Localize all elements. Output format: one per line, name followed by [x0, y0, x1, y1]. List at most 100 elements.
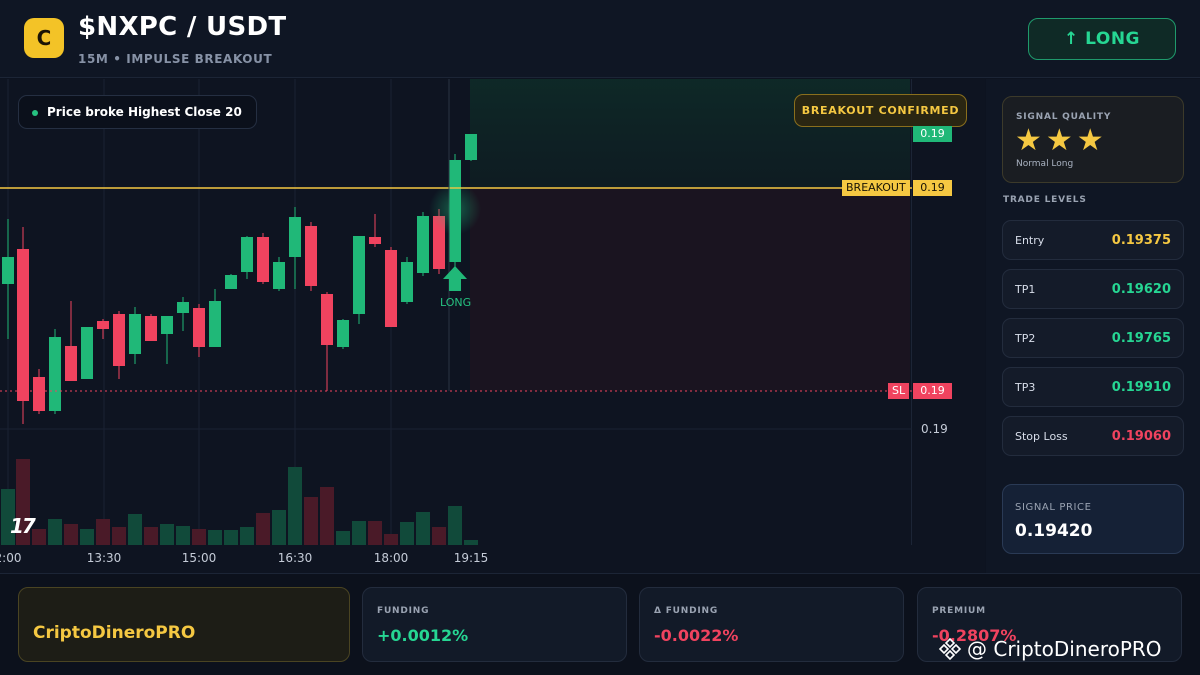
level-value: 0.19910: [1111, 380, 1171, 395]
time-tick: 19:15: [453, 551, 489, 565]
signal-quality-card: SIGNAL QUALITY ★★★ Normal Long: [1002, 96, 1184, 183]
time-tick: 15:00: [181, 551, 217, 565]
volume-bar: [160, 524, 174, 545]
long-arrow-icon: [443, 266, 467, 291]
candle-body: [113, 314, 125, 366]
current-price-tag: 0.19: [913, 126, 952, 142]
level-tp2: TP2 0.19765: [1002, 318, 1184, 358]
header: C $NXPC / USDT 15M • IMPULSE BREAKOUT ↑ …: [0, 0, 1200, 78]
long-direction-button[interactable]: ↑ LONG: [1028, 18, 1176, 60]
candle-body: [209, 301, 221, 347]
level-label: Entry: [1015, 234, 1045, 247]
volume-bar: [240, 527, 254, 545]
stat-label: FUNDING: [377, 606, 430, 616]
candle-body: [65, 346, 77, 381]
level-value: 0.19375: [1111, 233, 1171, 248]
candle-body: [273, 262, 285, 289]
candle-body: [97, 321, 109, 329]
stat-value: +0.0012%: [377, 626, 469, 645]
volume-bar: [32, 529, 46, 545]
signal-quality-title: SIGNAL QUALITY: [1016, 112, 1112, 122]
volume-bar: [384, 534, 398, 545]
time-tick: 2:00: [0, 551, 22, 565]
candle-body: [465, 134, 477, 160]
volume-bar: [208, 530, 222, 545]
volume-bar: [400, 522, 414, 545]
candle-body: [385, 250, 397, 327]
pair-title: $NXPC / USDT: [78, 12, 287, 42]
breakout-note-text: Price broke Highest Close 20: [47, 105, 242, 119]
candle-body: [289, 217, 301, 257]
volume-bar: [432, 527, 446, 545]
volume-bar: [80, 529, 94, 545]
brand-name: CriptoDineroPRO: [33, 623, 196, 643]
candle-body: [49, 337, 61, 411]
level-value: 0.19620: [1111, 282, 1171, 297]
volume-bar: [96, 519, 110, 545]
stat-label: PREMIUM: [932, 606, 986, 616]
stat-value: -0.0022%: [654, 626, 739, 645]
watermark-text: @ CriptoDineroPRO: [967, 637, 1162, 661]
level-tp3: TP3 0.19910: [1002, 367, 1184, 407]
volume-bar: [352, 521, 366, 545]
candle-body: [321, 294, 333, 345]
candle-body: [369, 237, 381, 244]
volume-bar: [416, 512, 430, 545]
candle-body: [225, 275, 237, 289]
candle-body: [145, 316, 157, 341]
volume-bar: [64, 524, 78, 545]
volume-bar: [320, 487, 334, 545]
tradingview-logo: 17: [10, 514, 36, 538]
brand-card: CriptoDineroPRO: [18, 587, 350, 662]
time-axis: 2:00 13:30 15:00 16:30 18:00 19:15: [0, 545, 985, 573]
volume-bar: [112, 527, 126, 545]
price-chart[interactable]: [0, 79, 912, 545]
candles: [2, 134, 477, 424]
watermark: @ CriptoDineroPRO: [937, 636, 1162, 662]
signal-price-label: SIGNAL PRICE: [1015, 502, 1092, 513]
signal-price-card: SIGNAL PRICE 0.19420: [1002, 484, 1184, 554]
signal-glow: [429, 183, 481, 235]
candle-body: [401, 262, 413, 302]
candle-body: [305, 226, 317, 286]
volume-bar: [368, 521, 382, 545]
delta-funding-card: Δ FUNDING -0.0022%: [639, 587, 904, 662]
volume-bar: [304, 497, 318, 545]
time-tick: 16:30: [277, 551, 313, 565]
level-label: TP3: [1015, 381, 1036, 394]
volume-bar: [256, 513, 270, 545]
volume-bar: [272, 510, 286, 545]
breakout-note: Price broke Highest Close 20: [18, 95, 257, 129]
candle-body: [17, 249, 29, 401]
volume-bar: [224, 530, 238, 545]
candle-body: [2, 257, 14, 284]
star-rating-icon: ★★★: [1015, 123, 1108, 158]
funding-card: FUNDING +0.0012%: [362, 587, 627, 662]
volume-bar: [176, 526, 190, 545]
breakout-label-tag: BREAKOUT: [842, 180, 910, 196]
app-logo: C: [24, 18, 64, 58]
candle-body: [177, 302, 189, 313]
level-value: 0.19765: [1111, 331, 1171, 346]
candle-body: [417, 216, 429, 273]
candle-body: [193, 308, 205, 347]
long-signal-label: LONG: [440, 296, 472, 309]
candlestick-chart-canvas[interactable]: [0, 79, 912, 545]
level-tp1: TP1 0.19620: [1002, 269, 1184, 309]
candle-body: [337, 320, 349, 347]
level-value: 0.19060: [1111, 429, 1171, 444]
level-stop-loss: Stop Loss 0.19060: [1002, 416, 1184, 456]
candle-body: [129, 314, 141, 354]
trade-levels-title: TRADE LEVELS: [1003, 195, 1087, 205]
candle-body: [161, 316, 173, 334]
volume-bar: [448, 506, 462, 545]
level-label: TP1: [1015, 283, 1036, 296]
level-label: TP2: [1015, 332, 1036, 345]
time-tick: 18:00: [373, 551, 409, 565]
axis-price-label: 0.19: [921, 422, 948, 436]
stat-label: Δ FUNDING: [654, 606, 719, 616]
candle-body: [241, 237, 253, 272]
volume-bar: [192, 529, 206, 545]
level-label: Stop Loss: [1015, 430, 1068, 443]
level-entry: Entry 0.19375: [1002, 220, 1184, 260]
